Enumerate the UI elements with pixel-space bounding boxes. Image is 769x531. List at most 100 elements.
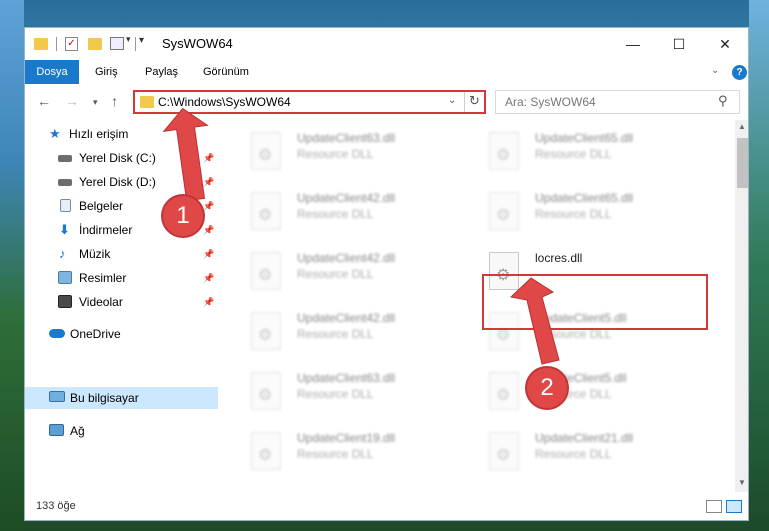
tab-view[interactable]: Görünüm [203,60,249,84]
drive-icon [58,179,72,186]
file-type: Resource DLL [297,447,374,461]
nav-item-label: Belgeler [79,199,124,213]
nav-item-label: Müzik [79,247,111,261]
pin-icon: 📌 [203,177,215,187]
list-item[interactable]: ⚙ UpdateClient21.dll Resource DLL [485,428,710,478]
list-item[interactable]: ⚙ UpdateClient63.dll Resource DLL [247,128,472,178]
properties-check-icon[interactable]: ✓ [65,37,78,51]
folder-icon [140,96,154,108]
file-name: UpdateClient21.dll [535,431,634,445]
dll-file-icon: ⚙ [251,432,281,470]
highlight-box [482,274,708,330]
item-count: 133 öğe [36,500,76,512]
expand-ribbon-icon[interactable]: ⌄ [711,65,719,76]
new-folder-icon[interactable] [88,38,102,50]
dll-file-icon: ⚙ [489,192,519,230]
forward-arrow-icon[interactable]: → [65,93,79,109]
rename-icon[interactable] [110,37,124,50]
customize-toolbar-icon[interactable]: ▾ [139,35,144,51]
details-view-icon[interactable] [706,500,722,513]
cloud-icon [49,329,65,338]
pin-icon: 📌 [203,225,215,235]
back-arrow-icon[interactable]: ← [37,93,51,109]
search-input[interactable]: Ara: SysWOW64 ⚲ [495,90,740,114]
videos-icon [58,295,72,308]
file-type: Resource DLL [535,207,612,221]
window-title: SysWOW64 [162,36,233,51]
nav-item-videos[interactable]: Videolar 📌 [25,291,218,313]
vertical-scrollbar[interactable]: ▲ ▼ [735,120,748,492]
list-item[interactable]: ⚙ UpdateClient19.dll Resource DLL [247,428,472,478]
tab-home[interactable]: Giriş [95,60,118,84]
divider [56,37,57,51]
nav-item-local-disk-c[interactable]: Yerel Disk (C:) 📌 [25,147,218,169]
search-placeholder: Ara: SysWOW64 [505,95,596,109]
nav-item-this-pc[interactable]: Bu bilgisayar [25,387,218,409]
nav-item-label: Ağ [70,424,85,438]
nav-item-label: Yerel Disk (D:) [79,175,156,189]
nav-item-local-disk-d[interactable]: Yerel Disk (D:) 📌 [25,171,218,193]
chevron-down-icon[interactable]: ▾ [126,34,131,50]
close-button[interactable]: ✕ [702,28,748,60]
pin-icon: 📌 [203,297,215,307]
help-icon[interactable]: ? [732,65,747,80]
nav-item-label: Bu bilgisayar [70,391,139,405]
file-name: UpdateClient65.dll [535,191,634,205]
address-path[interactable]: C:\Windows\SysWOW64 [158,95,291,109]
address-bar[interactable]: C:\Windows\SysWOW64 ⌄ ↻ [133,90,486,114]
computer-icon [49,391,65,402]
nav-item-pictures[interactable]: Resimler 📌 [25,267,218,289]
file-type: Resource DLL [297,387,374,401]
list-item[interactable]: ⚙ UpdateClient42.dll Resource DLL [247,308,472,358]
dll-file-icon: ⚙ [489,432,519,470]
chevron-down-icon[interactable]: ⌄ [448,95,456,106]
up-arrow-icon[interactable]: ↑ [111,93,118,109]
nav-item-quick-access[interactable]: ★ Hızlı erişim [25,123,218,145]
file-type: Resource DLL [535,147,612,161]
file-name: UpdateClient63.dll [297,131,396,145]
pin-icon: 📌 [203,273,215,283]
refresh-icon[interactable]: ↻ [469,93,480,109]
scroll-down-icon[interactable]: ▼ [738,478,746,487]
file-type: Resource DLL [535,447,612,461]
music-icon: ♪ [59,246,66,261]
list-item[interactable]: ⚙ UpdateClient65.dll Resource DLL [485,128,710,178]
file-type: Resource DLL [297,327,374,341]
list-item[interactable]: ⚙ UpdateClient63.dll Resource DLL [247,368,472,418]
maximize-button[interactable]: ☐ [656,28,702,60]
file-name: UpdateClient19.dll [297,431,396,445]
nav-item-label: Hızlı erişim [69,127,129,141]
file-name: UpdateClient42.dll [297,251,396,265]
large-icons-view-icon[interactable] [726,500,742,513]
folder-icon [34,38,48,50]
tab-file[interactable]: Dosya [25,60,79,84]
nav-item-onedrive[interactable]: OneDrive [25,323,218,345]
scroll-up-icon[interactable]: ▲ [738,122,746,131]
list-item[interactable]: ⚙ UpdateClient65.dll Resource DLL [485,188,710,238]
nav-item-network[interactable]: Ağ [25,420,218,442]
search-icon[interactable]: ⚲ [718,93,728,109]
divider [135,37,136,51]
dll-file-icon: ⚙ [251,372,281,410]
pin-icon: 📌 [203,153,215,163]
recent-locations-icon[interactable]: ▾ [93,97,98,108]
list-item[interactable]: ⚙ UpdateClient42.dll Resource DLL [247,188,472,238]
list-item[interactable]: ⚙ UpdateClient5.dll Resource DLL [485,368,710,418]
star-icon: ★ [49,126,61,141]
status-bar: 133 öğe [25,494,748,520]
dll-file-icon: ⚙ [251,312,281,350]
desktop-background-right [749,0,769,531]
drive-icon [58,155,72,162]
minimize-button[interactable]: — [610,28,656,60]
download-icon: ⬇ [59,222,70,237]
tab-share[interactable]: Paylaş [145,60,178,84]
nav-item-music[interactable]: ♪ Müzik 📌 [25,243,218,265]
file-list: ⚙ UpdateClient63.dll Resource DLL ⚙ Upda… [218,120,735,492]
scroll-thumb[interactable] [737,138,748,188]
nav-item-label: Videolar [79,295,123,309]
list-item[interactable]: ⚙ UpdateClient42.dll Resource DLL [247,248,472,298]
dll-file-icon: ⚙ [251,252,281,290]
file-type: Resource DLL [297,267,374,281]
file-type: Resource DLL [297,147,374,161]
file-name: UpdateClient65.dll [535,131,634,145]
